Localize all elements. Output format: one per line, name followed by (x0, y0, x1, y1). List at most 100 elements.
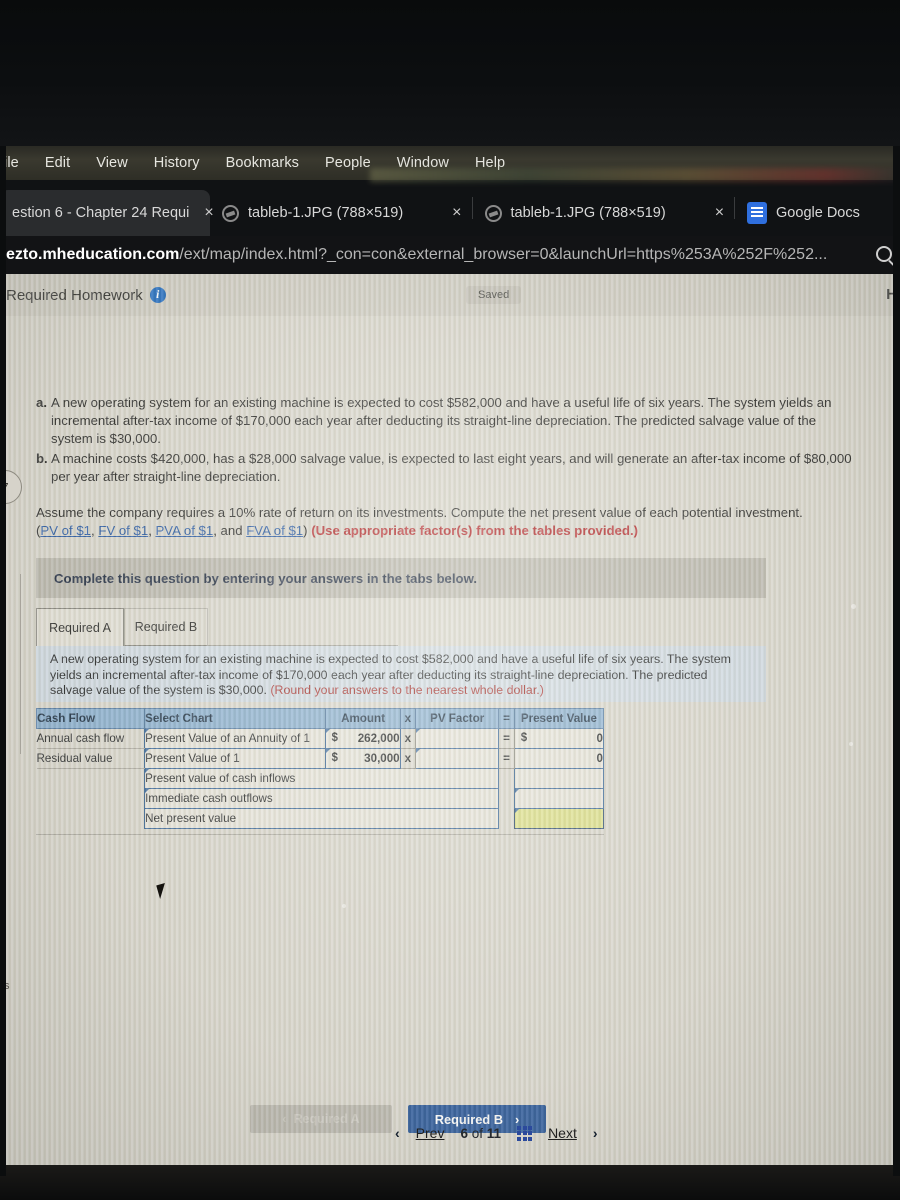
cell-cash-flow-label: Annual cash flow (36, 728, 145, 749)
grid-icon[interactable] (517, 1125, 533, 1141)
immediate-cash-outflows-input[interactable] (513, 788, 605, 809)
page-counter: 6 of 11 (460, 1126, 501, 1141)
tabs-filler (208, 608, 398, 646)
tab-required-b[interactable]: Required B (124, 608, 208, 646)
prev-question-link[interactable]: Prev (416, 1125, 445, 1141)
pv-factor-input-residual[interactable] (415, 748, 500, 769)
col-cash-flow: Cash Flow (35, 708, 146, 729)
assignment-header: Required Homework i Saved H (6, 274, 893, 316)
table-row: Annual cash flow Present Value of an Ann… (36, 728, 605, 749)
spacer-cell (37, 769, 145, 789)
question-pager: ‹ Prev 6 of 11 Next › (395, 1119, 665, 1147)
close-icon[interactable]: × (452, 204, 461, 222)
spacer-cell (499, 769, 515, 789)
glare-dot (849, 742, 853, 746)
question-item-a: a. A new operating system for an existin… (36, 394, 856, 449)
select-chart-dropdown-residual[interactable]: Present Value of 1 (144, 748, 327, 769)
present-value-residual: 0 (513, 748, 605, 769)
summary-value-cash-inflows (513, 768, 605, 789)
equals-operator: = (498, 728, 515, 749)
question-item-text: A machine costs $420,000, has a $28,000 … (51, 450, 852, 484)
left-edge-marker: s (6, 980, 10, 992)
required-a-button[interactable]: ‹ Required A (250, 1105, 392, 1133)
present-value-amount: 0 (596, 732, 603, 745)
col-equals: = (498, 708, 515, 729)
menu-item-file[interactable]: ile (2, 155, 32, 171)
menu-item-edit[interactable]: Edit (32, 155, 83, 171)
links-sep: , (148, 523, 156, 539)
browser-tab-title: tableb-1.JPG (788×519) (510, 205, 666, 221)
currency-symbol: $ (331, 731, 338, 744)
glare-dot (342, 904, 346, 908)
question-item-b: b. A machine costs $420,000, has a $28,0… (36, 450, 856, 486)
chevron-right-icon[interactable]: › (593, 1125, 598, 1141)
required-a-button-label: Required A (293, 1112, 360, 1126)
menu-item-history[interactable]: History (141, 155, 213, 171)
requirement-a-prompt: A new operating system for an existing m… (36, 646, 766, 702)
assumption-line: Assume the company requires a 10% rate o… (36, 505, 803, 520)
image-favicon (222, 204, 239, 222)
chevron-left-icon[interactable]: ‹ (395, 1125, 400, 1141)
chevron-left-icon: ‹ (282, 1112, 287, 1126)
amount-input-residual[interactable]: $30,000 (325, 748, 401, 769)
instruction-banner: Complete this question by entering your … (36, 558, 766, 598)
pv-factor-input-annual[interactable] (415, 728, 500, 749)
link-pva-of-1[interactable]: PVA of $1 (156, 523, 214, 538)
close-icon[interactable]: × (715, 204, 724, 222)
col-select-chart: Select Chart (144, 708, 327, 729)
browser-tab-google-docs[interactable]: Google Docs (735, 190, 870, 236)
link-pv-of-1[interactable]: PV of $1 (40, 523, 91, 538)
col-present-value: Present Value (513, 708, 605, 729)
spacer-cell (37, 789, 145, 809)
tab-required-a[interactable]: Required A (36, 608, 124, 646)
browser-tab-title: tableb-1.JPG (788×519) (248, 205, 404, 221)
screen-photo: ile Edit View History Bookmarks People W… (0, 0, 900, 1200)
monitor-bezel-left (0, 146, 6, 1176)
search-icon[interactable] (876, 246, 892, 262)
table-bottom-rule (36, 834, 604, 835)
times-operator: x (399, 748, 417, 769)
spacer-cell (499, 809, 515, 829)
links-and: , and (213, 523, 247, 539)
table-row: Immediate cash outflows (37, 788, 605, 809)
current-page: 6 (460, 1125, 468, 1141)
link-fva-of-1[interactable]: FVA of $1 (246, 523, 303, 538)
links-suffix: ) (303, 523, 308, 539)
browser-address-bar[interactable]: ezto.mheducation.com/ext/map/index.html?… (0, 236, 900, 274)
question-statement: a. A new operating system for an existin… (36, 394, 856, 487)
select-chart-dropdown-annual[interactable]: Present Value of an Annuity of 1 (144, 728, 327, 749)
score-badge: 7 (6, 470, 22, 504)
npv-worksheet-table: Cash Flow Select Chart Amount x PV Facto… (35, 708, 605, 829)
browser-tab-title: estion 6 - Chapter 24 Requi (12, 205, 190, 221)
browser-tab-tableb-1-b[interactable]: tableb-1.JPG (788×519) × (473, 190, 735, 236)
amount-value: 30,000 (364, 752, 400, 765)
amount-input-annual[interactable]: $262,000 (325, 728, 401, 749)
page-counter-of: of (471, 1125, 484, 1141)
spacer-cell (499, 789, 515, 809)
present-value-annual: $0 (513, 728, 605, 749)
table-header-row: Cash Flow Select Chart Amount x PV Facto… (35, 708, 605, 729)
assumption-paragraph: Assume the company requires a 10% rate o… (36, 504, 856, 541)
info-icon[interactable]: i (149, 287, 166, 303)
browser-tab-question[interactable]: estion 6 - Chapter 24 Requi × (0, 190, 214, 236)
question-item-marker: a. (36, 395, 47, 410)
col-times: x (399, 708, 417, 729)
currency-symbol: $ (520, 731, 528, 744)
times-operator: x (399, 728, 417, 749)
url-path: /ext/map/index.html?_con=con&external_br… (179, 246, 828, 263)
left-divider (20, 574, 21, 754)
currency-symbol: $ (331, 751, 338, 764)
help-link[interactable]: H (886, 286, 893, 303)
menu-item-view[interactable]: View (83, 155, 141, 171)
total-pages: 11 (486, 1125, 502, 1141)
link-fv-of-1[interactable]: FV of $1 (98, 523, 148, 538)
summary-label-cash-outflows: Immediate cash outflows (144, 788, 500, 809)
browser-tab-tableb-1-a[interactable]: tableb-1.JPG (788×519) × (210, 190, 472, 236)
next-question-link[interactable]: Next (548, 1125, 577, 1141)
browser-tab-strip: estion 6 - Chapter 24 Requi × tableb-1.J… (0, 180, 900, 236)
google-docs-icon (747, 202, 768, 224)
monitor-bezel-bottom (0, 1165, 900, 1200)
table-row: Present value of cash inflows (37, 768, 605, 789)
menu-item-bookmarks[interactable]: Bookmarks (213, 155, 312, 171)
present-value-amount: 0 (596, 752, 603, 765)
